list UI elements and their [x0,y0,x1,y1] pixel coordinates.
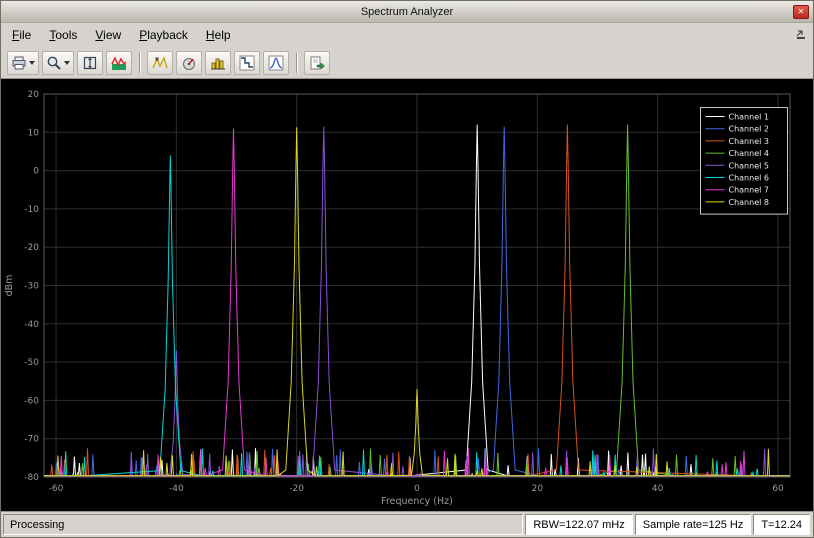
svg-text:0: 0 [414,484,420,494]
menu-tools[interactable]: Tools [40,24,86,46]
window-title: Spectrum Analyzer [361,6,453,18]
scale-axes-icon [82,55,98,71]
legend-label: Channel 3 [729,137,769,146]
export-button[interactable] [304,51,330,75]
close-icon: ✕ [798,7,805,16]
zoom-button[interactable] [42,51,74,75]
legend-label: Channel 1 [729,113,769,122]
distortion-measurements-button[interactable] [263,51,289,75]
svg-text:-70: -70 [24,435,39,445]
spectrum-plot[interactable]: -60-40-20020406020100-10-20-30-40-50-60-… [1,79,813,511]
svg-text:-20: -20 [24,243,39,253]
legend[interactable]: Channel 1 Channel 2 Channel 3 Channel 4 Chan… [701,108,788,215]
cursor-measurements-button[interactable] [176,51,202,75]
spectrum-analyzer-window: Spectrum Analyzer ✕ File Tools View Play… [0,0,814,538]
menu-file[interactable]: File [3,24,40,46]
peak-finder-icon [152,55,168,71]
svg-text:40: 40 [652,484,664,494]
ccdf-measurements-button[interactable] [234,51,260,75]
toolbar [1,47,813,79]
svg-text:-50: -50 [24,358,39,368]
dropdown-arrow-icon [29,61,35,65]
menu-playback[interactable]: Playback [130,24,197,46]
scale-axes-button[interactable] [77,51,103,75]
svg-text:20: 20 [28,90,40,100]
toolbar-separator [296,53,297,73]
statusbar: Processing RBW=122.07 mHz Sample rate=12… [1,511,813,537]
dock-button[interactable] [794,28,808,42]
svg-text:0: 0 [33,167,39,177]
dock-icon [795,29,807,41]
export-icon [309,55,325,71]
titlebar[interactable]: Spectrum Analyzer ✕ [1,1,813,23]
plot-canvas[interactable]: -60-40-20020406020100-10-20-30-40-50-60-… [1,79,813,511]
svg-text:dBm: dBm [4,275,15,297]
magnifier-icon [46,55,62,71]
peak-finder-button[interactable] [147,51,173,75]
menu-help[interactable]: Help [197,24,240,46]
legend-label: Channel 6 [729,174,769,183]
legend-label: Channel 8 [729,198,769,207]
legend-label: Channel 2 [729,125,769,134]
histogram-icon [210,55,226,71]
svg-text:20: 20 [532,484,544,494]
svg-text:10: 10 [28,128,40,138]
svg-text:-60: -60 [49,484,64,494]
legend-label: Channel 5 [729,161,769,170]
legend-label: Channel 4 [729,149,769,158]
status-sample-rate: Sample rate=125 Hz [635,514,752,535]
svg-text:-20: -20 [289,484,304,494]
svg-text:-40: -40 [24,320,39,330]
svg-text:Frequency (Hz): Frequency (Hz) [381,496,453,507]
close-button[interactable]: ✕ [793,5,809,19]
step-plot-icon [239,55,255,71]
svg-text:-30: -30 [24,282,39,292]
svg-text:-80: -80 [24,473,39,483]
status-time: T=12.24 [753,514,810,535]
toolbar-separator [139,53,140,73]
dropdown-arrow-icon [64,61,70,65]
svg-text:-40: -40 [169,484,184,494]
menubar: File Tools View Playback Help [1,23,813,47]
svg-text:-60: -60 [24,396,39,406]
print-options-button[interactable] [7,51,39,75]
menu-view[interactable]: View [86,24,130,46]
svg-text:-10: -10 [24,205,39,215]
legend-label: Channel 7 [729,186,769,195]
status-processing: Processing [3,514,523,535]
status-rbw: RBW=122.07 mHz [525,514,632,535]
spectrum-settings-button[interactable] [106,51,132,75]
cursor-measurements-icon [181,55,197,71]
spectrum-settings-icon [111,55,127,71]
curve-plot-icon [268,55,284,71]
printer-icon [11,55,27,71]
svg-text:60: 60 [772,484,784,494]
signal-statistics-button[interactable] [205,51,231,75]
